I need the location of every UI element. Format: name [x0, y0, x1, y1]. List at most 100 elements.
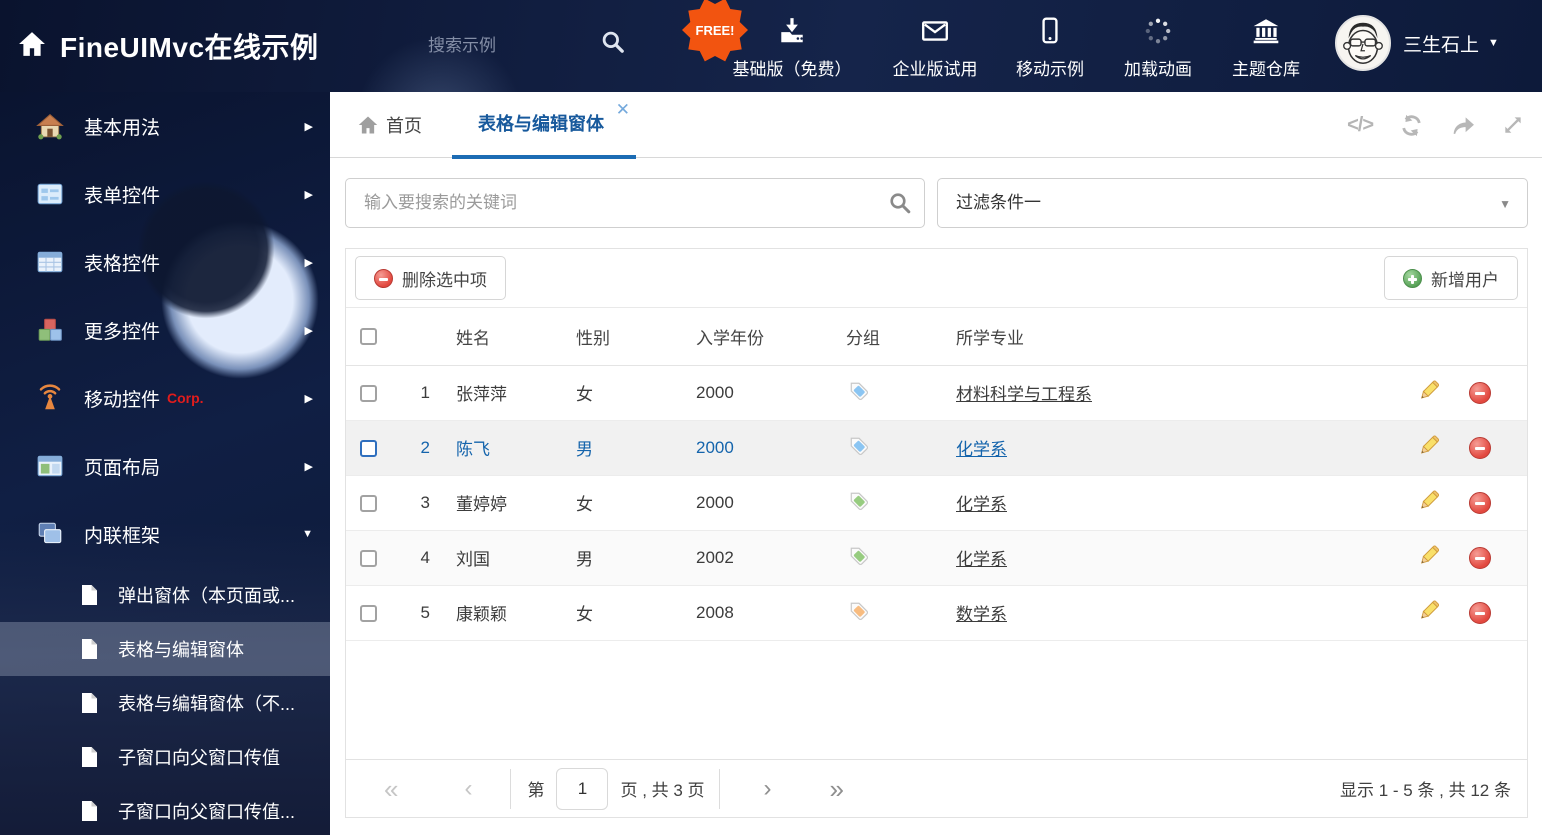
first-page-button[interactable]: « — [384, 776, 398, 802]
nav-mobile-demos[interactable]: 移动示例 — [1010, 16, 1090, 79]
sidebar-item-label: 表单控件 — [84, 185, 161, 207]
cell-gender: 女 — [556, 585, 676, 641]
major-link[interactable]: 化学系 — [956, 440, 1007, 459]
app-home-icon[interactable] — [18, 30, 46, 63]
major-link[interactable]: 数学系 — [956, 605, 1007, 624]
tab-grid-edit-window[interactable]: 表格与编辑窗体 ✕ — [452, 92, 636, 159]
sidebar-subitem-child-to-parent-2[interactable]: 子窗口向父窗口传值... — [0, 784, 330, 838]
sidebar-subitem-label: 表格与编辑窗体（不... — [118, 694, 296, 714]
sidebar-subitem-grid-edit-window-2[interactable]: 表格与编辑窗体（不... — [0, 676, 330, 730]
keyword-search-input[interactable] — [345, 178, 925, 228]
sidebar-item-iframe[interactable]: 内联框架 ▼ — [0, 500, 330, 568]
record-summary: 显示 1 - 5 条 , 共 12 条 — [1340, 781, 1511, 800]
table-row[interactable]: 5 康颖颖 女 2008 数学系 — [346, 585, 1527, 641]
row-checkbox[interactable] — [360, 439, 377, 457]
major-link[interactable]: 化学系 — [956, 550, 1007, 569]
delete-row-icon[interactable] — [1469, 491, 1491, 514]
nav-loading-animations[interactable]: 加载动画 — [1118, 16, 1198, 79]
filter-dropdown[interactable]: 过滤条件一 ▼ — [937, 178, 1528, 228]
nav-label: 基础版（免费） — [732, 60, 852, 79]
sidebar-subitem-label: 子窗口向父窗口传值 — [118, 748, 280, 768]
avatar — [1335, 15, 1391, 71]
cell-year: 2000 — [676, 475, 826, 531]
house-icon — [36, 113, 64, 140]
row-index: 2 — [392, 420, 436, 476]
delete-selected-button[interactable]: 删除选中项 — [355, 256, 506, 300]
nav-theme-repository[interactable]: 主题仓库 — [1226, 16, 1306, 79]
tag-icon — [850, 382, 869, 401]
edit-pencil-icon[interactable] — [1416, 597, 1442, 628]
row-checkbox[interactable] — [360, 604, 377, 622]
filter-row: 过滤条件一 ▼ — [345, 178, 1528, 228]
edit-pencil-icon[interactable] — [1416, 542, 1442, 573]
app-header: FineUIMvc在线示例 FREE! 基础版（免费） 企业版试用 移动示例 — [0, 0, 1542, 92]
add-user-button[interactable]: 新增用户 — [1384, 256, 1518, 300]
edit-pencil-icon[interactable] — [1416, 377, 1442, 408]
delete-row-icon[interactable] — [1469, 381, 1491, 404]
cell-year: 2000 — [676, 365, 826, 421]
sidebar-item-more-controls[interactable]: 更多控件 ▶ — [0, 296, 330, 364]
app-title: FineUIMvc在线示例 — [60, 32, 319, 63]
nav-enterprise-trial[interactable]: 企业版试用 — [884, 16, 986, 79]
row-checkbox[interactable] — [360, 494, 377, 512]
delete-row-icon[interactable] — [1469, 436, 1491, 459]
col-year: 入学年份 — [676, 308, 826, 366]
plus-circle-icon — [1403, 268, 1422, 288]
tag-icon — [850, 437, 869, 456]
row-checkbox[interactable] — [360, 384, 377, 402]
sidebar-item-form-controls[interactable]: 表单控件 ▶ — [0, 160, 330, 228]
delete-row-icon[interactable] — [1469, 546, 1491, 569]
table-row[interactable]: 2 陈飞 男 2000 化学系 — [346, 420, 1527, 476]
sidebar-item-mobile-controls[interactable]: 移动控件 Corp. ▶ — [0, 364, 330, 432]
tag-icon — [850, 492, 869, 511]
cell-year: 2008 — [676, 585, 826, 641]
tab-home[interactable]: 首页 — [358, 92, 422, 158]
select-all-checkbox[interactable] — [360, 328, 377, 346]
source-code-icon[interactable]: </> — [1347, 114, 1374, 137]
sidebar-subitem-label: 表格与编辑窗体 — [118, 640, 244, 660]
prev-page-button[interactable]: ‹ — [464, 776, 472, 801]
header-search-input[interactable] — [428, 30, 583, 62]
delete-row-icon[interactable] — [1469, 601, 1491, 624]
cell-name: 董婷婷 — [436, 475, 556, 531]
row-checkbox[interactable] — [360, 549, 377, 567]
sidebar-item-label: 更多控件 — [84, 321, 161, 343]
edit-pencil-icon[interactable] — [1416, 432, 1442, 463]
expand-icon[interactable] — [1501, 114, 1524, 137]
row-index: 3 — [392, 475, 436, 531]
edit-pencil-icon[interactable] — [1416, 487, 1442, 518]
last-page-button[interactable]: » — [830, 776, 844, 802]
delete-selected-label: 删除选中项 — [402, 270, 487, 290]
major-link[interactable]: 化学系 — [956, 495, 1007, 514]
next-page-button[interactable]: › — [764, 776, 772, 801]
sidebar-item-basic-usage[interactable]: 基本用法 ▶ — [0, 92, 330, 160]
search-icon[interactable] — [888, 191, 912, 220]
major-link[interactable]: 材料科学与工程系 — [956, 385, 1092, 404]
file-icon — [82, 639, 97, 659]
sidebar-subitem-grid-edit-window[interactable]: 表格与编辑窗体 — [0, 622, 330, 676]
page-number-input[interactable] — [556, 767, 609, 810]
tab-tools: </> — [1347, 92, 1524, 158]
nav-basic-free[interactable]: 基础版（免费） — [725, 16, 859, 79]
open-in-new-icon[interactable] — [1450, 113, 1475, 138]
header-search-icon[interactable] — [600, 29, 626, 60]
sidebar-subitem-child-to-parent[interactable]: 子窗口向父窗口传值 — [0, 730, 330, 784]
tab-bar: 首页 表格与编辑窗体 ✕ </> — [330, 92, 1542, 159]
sidebar-item-page-layout[interactable]: 页面布局 ▶ — [0, 432, 330, 500]
table-row[interactable]: 1 张萍萍 女 2000 材料科学与工程系 — [346, 365, 1527, 421]
chevron-right-icon: ▶ — [304, 324, 313, 337]
tab-label: 首页 — [386, 116, 422, 136]
file-icon — [82, 801, 97, 821]
sidebar-item-label: 表格控件 — [84, 253, 161, 275]
cell-gender: 女 — [556, 475, 676, 531]
file-icon — [82, 693, 97, 713]
refresh-icon[interactable] — [1399, 113, 1424, 138]
close-icon[interactable]: ✕ — [616, 101, 630, 118]
table-row[interactable]: 3 董婷婷 女 2000 化学系 — [346, 475, 1527, 531]
table-row[interactable]: 4 刘国 男 2002 化学系 — [346, 530, 1527, 586]
tag-icon — [850, 547, 869, 566]
user-menu[interactable]: 三生石上 ▼ — [1335, 15, 1499, 71]
sidebar-item-grid-controls[interactable]: 表格控件 ▶ — [0, 228, 330, 296]
layout-icon — [37, 455, 63, 477]
sidebar-subitem-popup-window[interactable]: 弹出窗体（本页面或... — [0, 568, 330, 622]
